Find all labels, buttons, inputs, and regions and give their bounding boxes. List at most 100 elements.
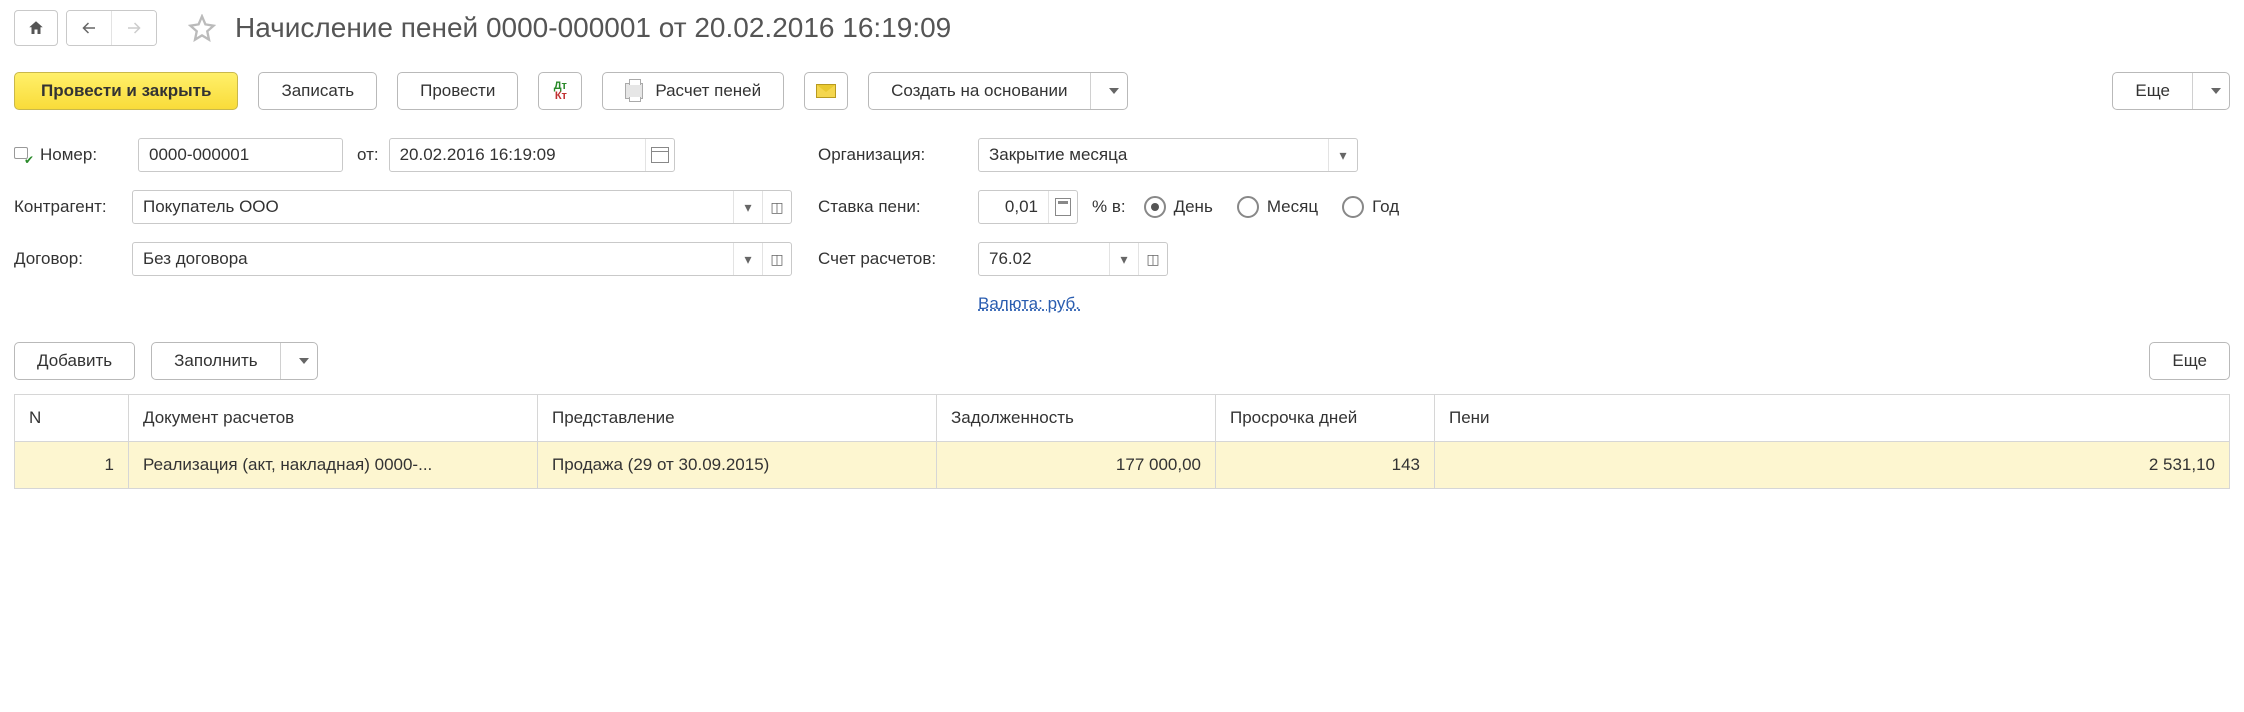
rate-calc-button[interactable] [1048, 191, 1077, 223]
radio-icon [1237, 196, 1259, 218]
home-button[interactable] [14, 10, 58, 46]
save-button[interactable]: Записать [258, 72, 377, 110]
counterparty-open[interactable]: ◫ [762, 191, 791, 223]
calendar-icon [651, 147, 669, 163]
counterparty-label: Контрагент: [14, 197, 132, 217]
number-label-wrap: Номер: [14, 145, 114, 165]
th-n[interactable]: N [15, 395, 129, 442]
date-picker-button[interactable] [645, 139, 674, 171]
cell-rep: Продажа (29 от 30.09.2015) [538, 442, 937, 489]
create-based-caret[interactable] [1090, 73, 1127, 109]
table-header-row: N Документ расчетов Представление Задолж… [15, 395, 2230, 442]
counterparty-field[interactable]: Покупатель ООО ▾ ◫ [132, 190, 792, 224]
nav-history [66, 10, 157, 46]
currency-link-label: Валюта: руб. [978, 294, 1080, 313]
cell-days: 143 [1216, 442, 1435, 489]
penalty-table: N Документ расчетов Представление Задолж… [14, 394, 2230, 489]
rate-period-year[interactable]: Год [1342, 196, 1399, 218]
organization-field[interactable]: Закрытие месяца ▾ [978, 138, 1358, 172]
rate-month-label: Месяц [1267, 197, 1318, 217]
home-icon [27, 19, 45, 37]
th-debt[interactable]: Задолженность [937, 395, 1216, 442]
account-label: Счет расчетов: [818, 249, 978, 269]
rate-period-day[interactable]: День [1144, 196, 1213, 218]
radio-icon [1144, 196, 1166, 218]
cell-doc: Реализация (акт, накладная) 0000-... [129, 442, 538, 489]
star-icon [188, 14, 216, 42]
calc-penalties-label: Расчет пеней [655, 81, 761, 101]
contract-open[interactable]: ◫ [762, 243, 791, 275]
date-field[interactable]: 20.02.2016 16:19:09 [389, 138, 675, 172]
rate-period-month[interactable]: Месяц [1237, 196, 1318, 218]
printer-icon [625, 83, 643, 99]
back-button[interactable] [67, 11, 112, 45]
rate-value: 0,01 [979, 191, 1048, 223]
post-button[interactable]: Провести [397, 72, 518, 110]
document-status-icon [14, 147, 32, 163]
add-row-label: Добавить [37, 351, 112, 371]
organization-label: Организация: [818, 145, 978, 165]
account-dropdown[interactable]: ▾ [1109, 243, 1138, 275]
table-more-label: Еще [2172, 351, 2207, 371]
counterparty-value: Покупатель ООО [133, 191, 733, 223]
organization-value: Закрытие месяца [979, 139, 1328, 171]
rate-unit-label: % в: [1092, 197, 1126, 217]
email-button[interactable] [804, 72, 848, 110]
table-row[interactable]: 1 Реализация (акт, накладная) 0000-... П… [15, 442, 2230, 489]
contract-label: Договор: [14, 249, 132, 269]
th-days[interactable]: Просрочка дней [1216, 395, 1435, 442]
th-doc[interactable]: Документ расчетов [129, 395, 538, 442]
post-and-close-button[interactable]: Провести и закрыть [14, 72, 238, 110]
from-label: от: [357, 145, 379, 165]
forward-button[interactable] [112, 11, 156, 45]
post-label: Провести [420, 81, 495, 101]
contract-dropdown[interactable]: ▾ [733, 243, 762, 275]
favorite-button[interactable] [185, 11, 219, 45]
organization-dropdown[interactable]: ▾ [1328, 139, 1357, 171]
debit-credit-button[interactable]: ДтКт [538, 72, 582, 110]
envelope-icon [816, 84, 836, 98]
save-label: Записать [281, 81, 354, 101]
currency-link[interactable]: Валюта: руб. [978, 294, 1080, 314]
post-and-close-label: Провести и закрыть [41, 81, 211, 101]
more-button[interactable]: Еще [2112, 72, 2230, 110]
arrow-right-icon [123, 19, 145, 37]
fill-button[interactable]: Заполнить [151, 342, 317, 380]
add-row-button[interactable]: Добавить [14, 342, 135, 380]
table-more-button[interactable]: Еще [2149, 342, 2230, 380]
cell-debt: 177 000,00 [937, 442, 1216, 489]
calculator-icon [1055, 198, 1071, 216]
more-caret[interactable] [2192, 73, 2229, 109]
rate-label: Ставка пени: [818, 197, 978, 217]
contract-value: Без договора [133, 243, 733, 275]
create-based-label: Создать на основании [891, 81, 1067, 101]
rate-field[interactable]: 0,01 [978, 190, 1078, 224]
more-label: Еще [2135, 81, 2170, 101]
chevron-down-icon [299, 358, 309, 364]
fill-label: Заполнить [174, 351, 257, 371]
number-label: Номер: [40, 145, 97, 165]
radio-icon [1342, 196, 1364, 218]
th-rep[interactable]: Представление [538, 395, 937, 442]
arrow-left-icon [78, 19, 100, 37]
create-based-button[interactable]: Создать на основании [868, 72, 1127, 110]
account-field[interactable]: 76.02 ▾ ◫ [978, 242, 1168, 276]
rate-year-label: Год [1372, 197, 1399, 217]
contract-field[interactable]: Без договора ▾ ◫ [132, 242, 792, 276]
debit-credit-icon: ДтКт [554, 81, 567, 101]
th-pen[interactable]: Пени [1435, 395, 2230, 442]
chevron-down-icon [2211, 88, 2221, 94]
rate-day-label: День [1174, 197, 1213, 217]
date-value: 20.02.2016 16:19:09 [390, 139, 645, 171]
chevron-down-icon [1109, 88, 1119, 94]
cell-n: 1 [15, 442, 129, 489]
account-open[interactable]: ◫ [1138, 243, 1167, 275]
number-field[interactable]: 0000-000001 [138, 138, 343, 172]
calculate-penalties-button[interactable]: Расчет пеней [602, 72, 784, 110]
number-value: 0000-000001 [149, 145, 249, 165]
account-value: 76.02 [979, 243, 1109, 275]
fill-caret[interactable] [280, 343, 317, 379]
page-title: Начисление пеней 0000-000001 от 20.02.20… [235, 12, 951, 44]
counterparty-dropdown[interactable]: ▾ [733, 191, 762, 223]
cell-pen: 2 531,10 [1435, 442, 2230, 489]
